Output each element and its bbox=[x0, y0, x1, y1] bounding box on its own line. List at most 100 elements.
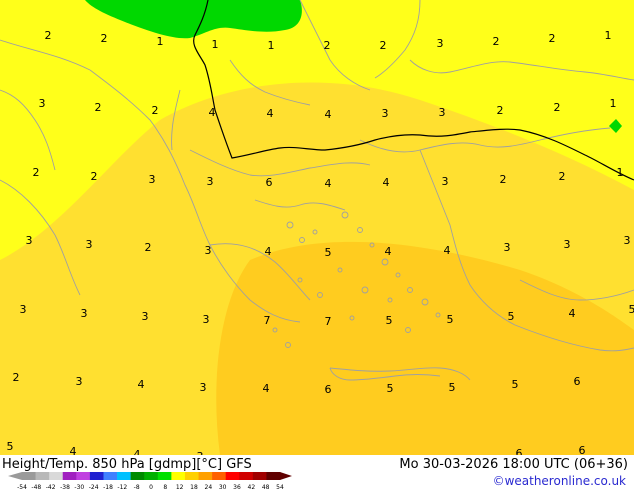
scale-label: -42 bbox=[46, 484, 56, 490]
value-label: 5 bbox=[512, 378, 519, 391]
value-label: 6 bbox=[574, 375, 581, 388]
value-label: 3 bbox=[624, 234, 631, 247]
scale-swatch bbox=[49, 472, 64, 480]
value-label: 4 bbox=[385, 245, 392, 258]
scale-label: -12 bbox=[117, 484, 127, 490]
value-label: 7 bbox=[325, 315, 332, 328]
scale-label: -30 bbox=[74, 484, 84, 490]
value-label: 3 bbox=[81, 307, 88, 320]
value-label: 3 bbox=[504, 241, 511, 254]
value-label: 2 bbox=[91, 170, 98, 183]
scale-label: 30 bbox=[219, 484, 227, 490]
value-label: 5 bbox=[508, 310, 515, 323]
scale-label: -24 bbox=[89, 484, 99, 490]
value-label: 4 bbox=[325, 177, 332, 190]
value-label: 3 bbox=[437, 37, 444, 50]
value-label: 5 bbox=[7, 440, 14, 453]
scale-label: 8 bbox=[163, 484, 167, 490]
value-label: 6 bbox=[579, 444, 586, 455]
value-label: 4 bbox=[267, 107, 274, 120]
value-label: 5 bbox=[447, 313, 454, 326]
value-label: 2 bbox=[497, 104, 504, 117]
value-label: 2 bbox=[324, 39, 331, 52]
value-label: 2 bbox=[145, 241, 152, 254]
value-label: 3 bbox=[39, 97, 46, 110]
map-footer: Height/Temp. 850 hPa [gdmp][°C] GFS Mo 3… bbox=[0, 455, 634, 490]
value-label: 4 bbox=[383, 176, 390, 189]
value-label: 4 bbox=[138, 378, 145, 391]
value-label: 3 bbox=[20, 303, 27, 316]
value-label: 4 bbox=[325, 108, 332, 121]
forecast-map-view: 2211122322132244433221223364432213323454… bbox=[0, 0, 634, 490]
scale-swatch bbox=[144, 472, 159, 480]
value-label: 2 bbox=[554, 101, 561, 114]
value-label: 3 bbox=[207, 175, 214, 188]
scale-label: -48 bbox=[31, 484, 41, 490]
scale-swatch bbox=[225, 472, 240, 480]
value-label: 4 bbox=[209, 106, 216, 119]
value-label: 3 bbox=[382, 107, 389, 120]
value-label: 1 bbox=[617, 166, 624, 179]
value-label: 4 bbox=[70, 445, 77, 455]
value-label: 2 bbox=[33, 166, 40, 179]
credit-link[interactable]: ©weatheronline.co.uk bbox=[493, 474, 626, 488]
value-label: 4 bbox=[444, 244, 451, 257]
map-datetime: Mo 30-03-2026 18:00 UTC (06+36) bbox=[399, 457, 628, 472]
value-label: 2 bbox=[13, 371, 20, 384]
scale-swatch bbox=[117, 472, 131, 480]
scale-swatch bbox=[266, 472, 281, 480]
value-label: 5 bbox=[325, 246, 332, 259]
value-label: 2 bbox=[500, 173, 507, 186]
scale-label: 12 bbox=[176, 484, 184, 490]
scale-label: -18 bbox=[103, 484, 113, 490]
scale-label: 36 bbox=[233, 484, 241, 490]
value-label: 5 bbox=[449, 381, 456, 394]
scale-label: 0 bbox=[149, 484, 153, 490]
scale-label: 48 bbox=[262, 484, 270, 490]
color-scale: -54 -48 -42 -38 -30 -24 -18 -12 -8 0 8 12 18 24 30 36 42… bbox=[8, 472, 292, 490]
scale-swatch bbox=[252, 472, 267, 480]
scale-label: 18 bbox=[190, 484, 198, 490]
scale-label: 42 bbox=[248, 484, 256, 490]
value-label: 3 bbox=[26, 234, 33, 247]
scale-label: -8 bbox=[134, 484, 140, 490]
value-label: 4 bbox=[569, 307, 576, 320]
value-label: 6 bbox=[266, 176, 273, 189]
value-label: 5 bbox=[629, 303, 634, 316]
value-label: 4 bbox=[263, 382, 270, 395]
value-label: 3 bbox=[205, 244, 212, 257]
scale-swatch bbox=[130, 472, 145, 480]
value-label: 2 bbox=[95, 101, 102, 114]
scale-arrow-right bbox=[280, 472, 292, 480]
value-label: 1 bbox=[610, 97, 617, 110]
value-label: 6 bbox=[325, 383, 332, 396]
value-label: 5 bbox=[387, 382, 394, 395]
scale-swatch bbox=[62, 472, 77, 480]
value-label: 2 bbox=[493, 35, 500, 48]
value-label: 2 bbox=[559, 170, 566, 183]
value-label: 4 bbox=[265, 245, 272, 258]
scale-swatch bbox=[239, 472, 254, 480]
value-label: 5 bbox=[386, 314, 393, 327]
value-label: 2 bbox=[380, 39, 387, 52]
value-label: 3 bbox=[442, 175, 449, 188]
value-label: 1 bbox=[212, 38, 219, 51]
value-label: 2 bbox=[549, 32, 556, 45]
value-label: 3 bbox=[564, 238, 571, 251]
weather-map: 2 2 1 1 1 2 2 3 2 2 1 3 2 2 4 4 4 3 3 2 2 1 2 2 3 3 6 4 4 3 2 2 1 3 3 2 3 4 5 4… bbox=[0, 0, 634, 455]
value-label: 2 bbox=[45, 29, 52, 42]
value-label: 7 bbox=[264, 314, 271, 327]
value-label: 1 bbox=[605, 29, 612, 42]
scale-swatch bbox=[171, 472, 186, 480]
scale-swatch bbox=[76, 472, 91, 480]
value-label: 3 bbox=[86, 238, 93, 251]
value-label: 1 bbox=[157, 35, 164, 48]
scale-swatch bbox=[198, 472, 213, 480]
value-label: 3 bbox=[439, 106, 446, 119]
scale-swatch bbox=[35, 472, 50, 480]
scale-swatch bbox=[212, 472, 226, 480]
value-label: 3 bbox=[203, 313, 210, 326]
scale-swatch bbox=[157, 472, 172, 480]
value-label: 4 bbox=[134, 448, 141, 455]
scale-swatch bbox=[103, 472, 118, 480]
